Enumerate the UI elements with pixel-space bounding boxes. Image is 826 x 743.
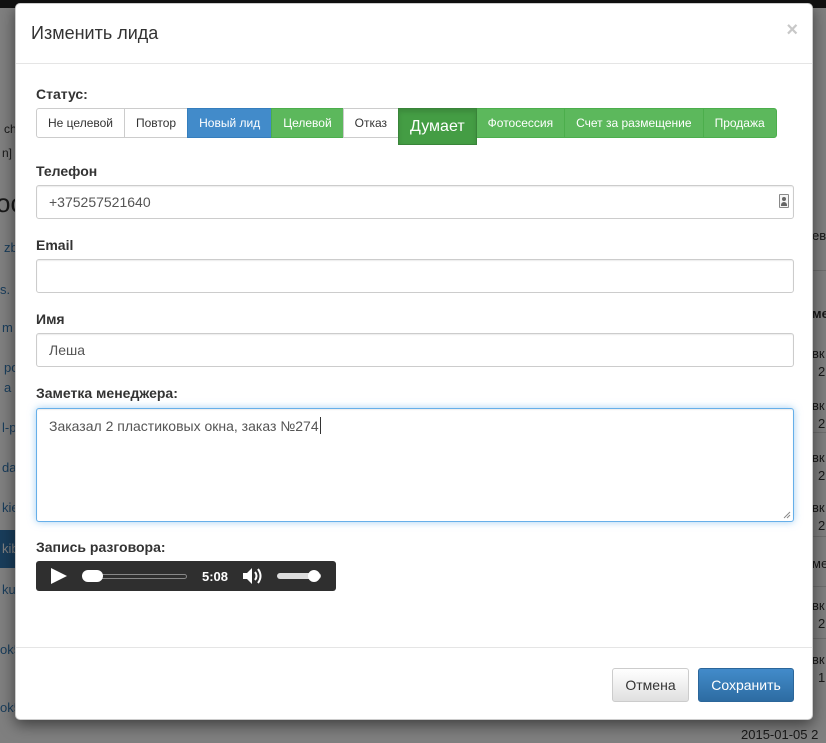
modal-header: Изменить лида × bbox=[16, 4, 812, 64]
contact-card-icon[interactable] bbox=[779, 194, 789, 208]
text-cursor bbox=[319, 417, 321, 434]
status-button-group: Не целевой Повтор Новый лид Целевой Отка… bbox=[36, 108, 777, 145]
status-option-not-target[interactable]: Не целевой bbox=[36, 108, 125, 138]
resize-grip-icon[interactable] bbox=[783, 511, 791, 519]
status-option-photosession[interactable]: Фотосессия bbox=[475, 108, 566, 138]
manager-note-value: Заказал 2 пластиковых окна, заказ №274 bbox=[49, 418, 319, 434]
name-value: Леша bbox=[49, 342, 85, 358]
recording-label: Запись разговора: bbox=[36, 539, 166, 555]
edit-lead-modal: Изменить лида × Статус: Не целевой Повто… bbox=[15, 3, 813, 720]
status-option-thinking[interactable]: Думает bbox=[398, 108, 477, 145]
phone-label: Телефон bbox=[36, 163, 98, 179]
modal-footer: Отмена Сохранить bbox=[16, 647, 812, 721]
status-option-repeat[interactable]: Повтор bbox=[123, 108, 189, 138]
phone-field[interactable]: +375257521640 bbox=[36, 185, 794, 219]
email-label: Email bbox=[36, 237, 74, 253]
status-label: Статус: bbox=[36, 86, 88, 102]
volume-icon[interactable] bbox=[242, 567, 268, 585]
close-icon[interactable]: × bbox=[786, 20, 798, 40]
email-field[interactable] bbox=[36, 259, 794, 293]
cancel-button[interactable]: Отмена bbox=[612, 668, 689, 702]
status-option-placement-invoice[interactable]: Счет за размещение bbox=[564, 108, 704, 138]
save-button[interactable]: Сохранить bbox=[698, 668, 794, 702]
volume-slider-handle[interactable] bbox=[308, 570, 320, 582]
audio-progress-handle[interactable] bbox=[82, 570, 103, 582]
status-option-refusal[interactable]: Отказ bbox=[342, 108, 400, 138]
modal-title: Изменить лида bbox=[31, 23, 159, 43]
phone-value: +375257521640 bbox=[49, 194, 151, 210]
manager-note-textarea[interactable]: Заказал 2 пластиковых окна, заказ №274 bbox=[36, 408, 794, 522]
manager-note-label: Заметка менеджера: bbox=[36, 385, 178, 401]
status-option-sale[interactable]: Продажа bbox=[702, 108, 777, 138]
name-field[interactable]: Леша bbox=[36, 333, 794, 367]
name-label: Имя bbox=[36, 311, 65, 327]
audio-player: 5:08 bbox=[36, 561, 336, 591]
status-option-target[interactable]: Целевой bbox=[271, 108, 344, 138]
play-icon[interactable] bbox=[51, 568, 67, 584]
status-option-new-lead[interactable]: Новый лид bbox=[187, 108, 273, 138]
audio-duration: 5:08 bbox=[202, 569, 229, 584]
